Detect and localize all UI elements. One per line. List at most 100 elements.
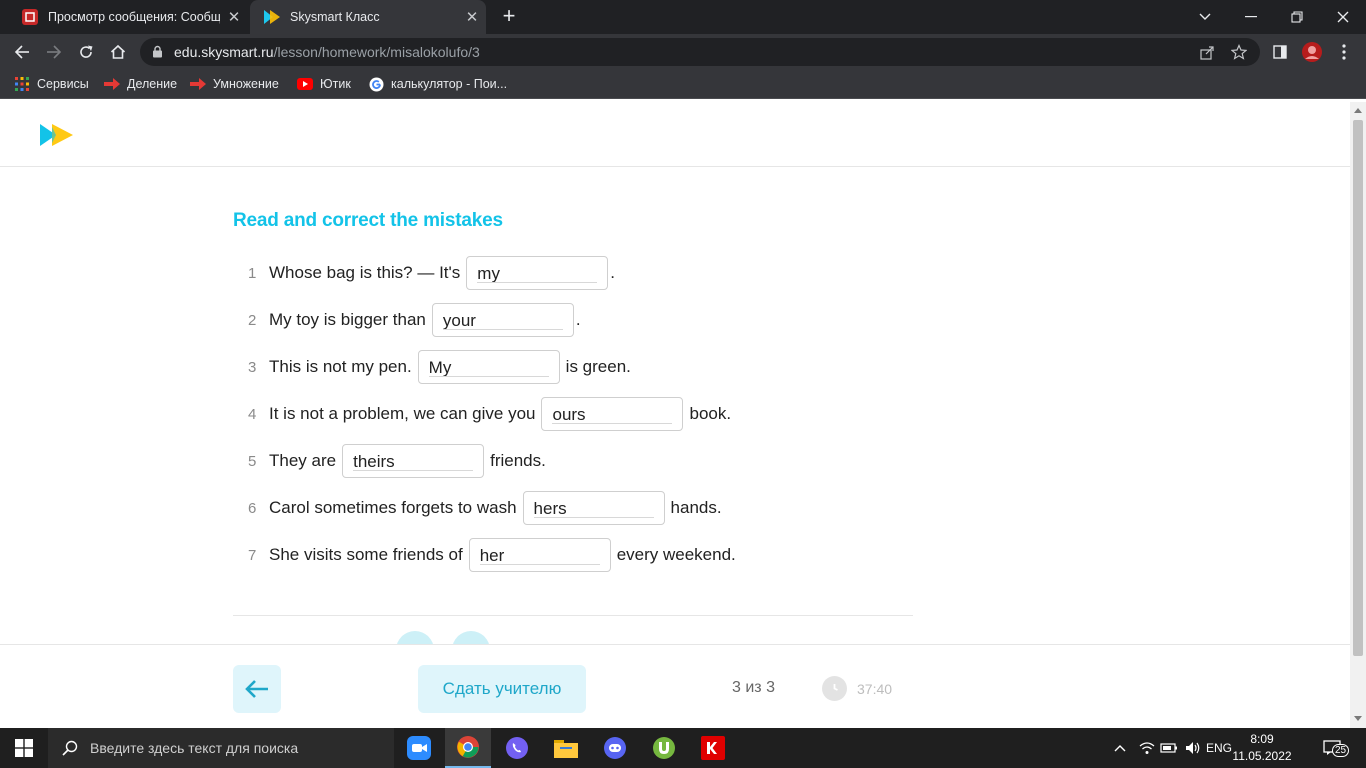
item-text-after: is green. <box>565 357 631 376</box>
url-text: edu.skysmart.ru/lesson/homework/misaloko… <box>174 38 480 66</box>
browser-toolbar: edu.skysmart.ru/lesson/homework/misaloko… <box>0 34 1366 70</box>
taskbar-clock[interactable]: 8:09 11.05.2022 <box>1232 731 1292 765</box>
page-content: Read and correct the mistakes 1 Whose ba… <box>0 102 1350 728</box>
exercise-item-4: 4 It is not a problem, we can give you o… <box>240 397 731 431</box>
bookmark-star-icon[interactable] <box>1230 43 1248 61</box>
scroll-up-icon[interactable] <box>1354 108 1362 113</box>
answer-input[interactable]: your <box>431 303 574 337</box>
red-arrow-icon <box>104 76 120 92</box>
item-text-after: friends. <box>490 451 546 470</box>
bookmark-multiplication[interactable]: Умножение <box>190 70 279 98</box>
search-icon <box>62 740 78 756</box>
windows-start-icon[interactable] <box>0 728 48 768</box>
item-number: 5 <box>248 452 257 470</box>
exercise-title: Read and correct the mistakes <box>233 210 503 231</box>
chrome-app-icon[interactable] <box>445 728 491 768</box>
forward-arrow-icon[interactable] <box>42 40 66 64</box>
exercise-item-1: 1 Whose bag is this? — It's my . <box>240 256 615 290</box>
input-language[interactable]: ENG <box>1206 728 1232 768</box>
new-tab-icon[interactable]: + <box>498 5 520 27</box>
bookmarks-bar: Сервисы Деление Умножение Ютик калькулят… <box>0 70 1366 99</box>
discord-app-icon[interactable] <box>592 728 638 768</box>
home-icon[interactable] <box>106 40 130 64</box>
tray-chevron-up-icon[interactable] <box>1110 728 1130 768</box>
mail-favicon-icon <box>22 9 38 25</box>
file-explorer-icon[interactable] <box>543 728 589 768</box>
answer-input[interactable]: theirs <box>342 444 485 478</box>
previous-button[interactable] <box>233 665 281 713</box>
search-placeholder: Введите здесь текст для поиска <box>90 740 299 756</box>
item-number: 3 <box>248 358 257 376</box>
tab-title: Skysmart Класс <box>290 10 380 24</box>
bookmark-calculator[interactable]: калькулятор - Пои... <box>368 70 507 98</box>
item-number: 4 <box>248 405 257 423</box>
browser-tab-bar: Просмотр сообщения: Сообщения ✕ Skysmart… <box>0 0 1366 34</box>
lock-icon[interactable] <box>152 45 163 63</box>
skysmart-favicon-icon <box>264 9 280 25</box>
restore-icon[interactable] <box>1274 0 1320 34</box>
share-icon[interactable] <box>1198 43 1216 61</box>
answer-input[interactable]: My <box>417 350 560 384</box>
item-text-after: hands. <box>670 498 722 517</box>
youtube-icon <box>297 76 313 92</box>
answer-input[interactable]: her <box>468 538 611 572</box>
close-tab-icon[interactable]: ✕ <box>458 8 486 26</box>
volume-icon[interactable] <box>1182 728 1204 768</box>
timer: 37:40 <box>822 676 892 701</box>
item-text-after: . <box>610 263 616 282</box>
menu-kebab-icon[interactable] <box>1332 40 1356 64</box>
tab-search-icon[interactable] <box>1182 0 1228 34</box>
lesson-footer: Сдать учителю 3 из 3 37:40 <box>0 644 1350 728</box>
exercise-item-5: 5 They are theirs friends. <box>240 444 546 478</box>
address-bar[interactable]: edu.skysmart.ru/lesson/homework/misaloko… <box>140 38 1260 66</box>
item-number: 1 <box>248 264 257 282</box>
scrollbar-thumb[interactable] <box>1353 120 1363 656</box>
google-icon <box>368 76 384 92</box>
utorrent-app-icon[interactable] <box>641 728 687 768</box>
answer-input[interactable]: my <box>466 256 609 290</box>
close-tab-icon[interactable]: ✕ <box>220 8 248 26</box>
minimize-icon[interactable] <box>1228 0 1274 34</box>
item-text-after: book. <box>689 404 732 423</box>
submit-to-teacher-button[interactable]: Сдать учителю <box>418 665 586 713</box>
tab-skysmart[interactable]: Skysmart Класс ✕ <box>250 0 486 34</box>
section-divider <box>233 615 913 616</box>
page-scrollbar[interactable] <box>1350 102 1366 728</box>
answer-input[interactable]: hers <box>522 491 665 525</box>
battery-icon[interactable] <box>1158 728 1180 768</box>
notifications-button[interactable]: 25 <box>1312 728 1352 768</box>
profile-avatar[interactable] <box>1300 40 1324 64</box>
exercise-item-7: 7 She visits some friends of her every w… <box>240 538 736 572</box>
site-header <box>0 102 1350 167</box>
windows-taskbar: Введите здесь текст для поиска ENG 8:09 … <box>0 728 1366 768</box>
bookmark-label: Умножение <box>213 77 279 91</box>
close-window-icon[interactable] <box>1320 0 1366 34</box>
back-arrow-icon[interactable] <box>10 40 34 64</box>
timer-value: 37:40 <box>857 680 893 697</box>
taskbar-search[interactable]: Введите здесь текст для поиска <box>48 728 394 768</box>
item-text-after: . <box>575 310 581 329</box>
scroll-down-icon[interactable] <box>1354 716 1362 721</box>
clock-time: 8:09 <box>1250 732 1274 746</box>
bookmark-youtube[interactable]: Ютик <box>297 70 351 98</box>
zoom-app-icon[interactable] <box>396 728 442 768</box>
progress-counter: 3 из 3 <box>732 679 775 696</box>
skysmart-logo-icon[interactable] <box>40 122 74 153</box>
network-icon[interactable] <box>1136 728 1158 768</box>
item-text-before: This is not my pen. <box>269 357 412 376</box>
red-app-icon[interactable] <box>690 728 736 768</box>
answer-input[interactable]: ours <box>541 397 684 431</box>
item-number: 7 <box>248 546 257 564</box>
bookmark-division[interactable]: Деление <box>104 70 177 98</box>
tab-messages[interactable]: Просмотр сообщения: Сообщения ✕ <box>8 0 248 34</box>
notification-icon: 25 <box>1323 740 1350 757</box>
apps-grid-icon <box>14 76 30 92</box>
clock-date: 11.05.2022 <box>1232 749 1292 763</box>
reload-icon[interactable] <box>74 40 98 64</box>
bookmark-services[interactable]: Сервисы <box>14 70 89 98</box>
viber-app-icon[interactable] <box>494 728 540 768</box>
side-panel-icon[interactable] <box>1268 40 1292 64</box>
item-text-before: They are <box>269 451 337 470</box>
exercise-item-6: 6 Carol sometimes forgets to wash hers h… <box>240 491 722 525</box>
bookmark-label: калькулятор - Пои... <box>391 77 508 91</box>
